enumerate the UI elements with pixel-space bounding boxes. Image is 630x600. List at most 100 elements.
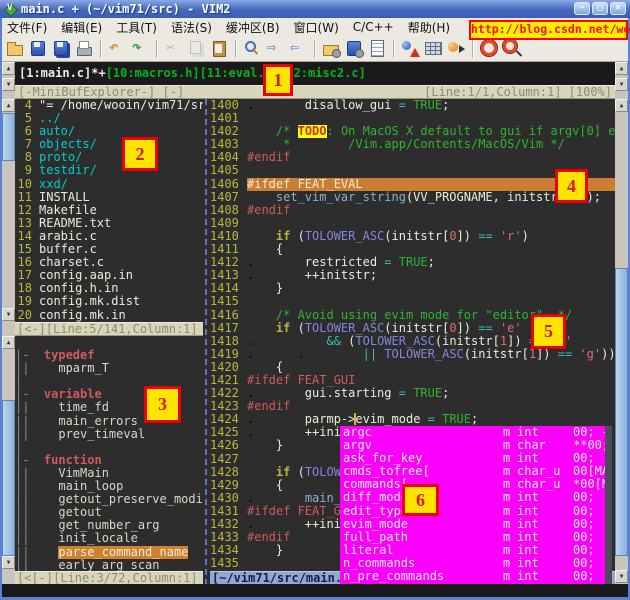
load-session-icon[interactable] xyxy=(321,38,342,59)
close-button[interactable]: × xyxy=(610,2,626,15)
menu-item-buffers[interactable]: 缓冲区(B) xyxy=(219,18,287,37)
menu-item-cpp[interactable]: C/C++ xyxy=(346,19,401,35)
menu-item-window[interactable]: 窗口(W) xyxy=(287,18,346,37)
undo-icon[interactable] xyxy=(107,38,128,59)
taglist-row[interactable]: |- typedef xyxy=(15,349,203,362)
scroll-up-icon[interactable]: ▲ xyxy=(615,62,628,75)
explorer-row[interactable]: 11INSTALL xyxy=(15,191,203,204)
completion-item[interactable]: full_pathmint00; /* fil xyxy=(340,531,612,544)
completion-item[interactable]: argvmchar**00; - src/ma xyxy=(340,439,612,452)
code-row[interactable]: 1400. disallow_gui = TRUE; xyxy=(210,99,615,112)
code-row[interactable]: 1422. gui.starting = TRUE; xyxy=(210,387,615,400)
explorer-row[interactable]: 20config.mk.in xyxy=(15,309,203,322)
menu-item-tools[interactable]: 工具(T) xyxy=(109,18,164,37)
find-help-icon[interactable] xyxy=(502,38,523,59)
scroll-down-icon[interactable]: ▼ xyxy=(2,78,15,91)
code-row[interactable]: 1421#ifdef FEAT_GUI xyxy=(210,374,615,387)
scroll-down-icon[interactable]: ▼ xyxy=(615,78,628,91)
code-row[interactable]: 1414 } xyxy=(210,282,615,295)
completion-item[interactable]: n_pre_commandsmint00; / xyxy=(340,570,612,583)
menu-item-syntax[interactable]: 语法(S) xyxy=(164,18,219,37)
explorer-row[interactable]: 12Makefile xyxy=(15,204,203,217)
scrollbar-thumb[interactable] xyxy=(2,400,15,556)
right-scrollbar[interactable]: ▲ ▼ ▲ ▼ xyxy=(615,62,628,584)
code-row[interactable]: 1415 xyxy=(210,295,615,308)
taglist-row[interactable]: || VimMain xyxy=(15,467,203,480)
code-row[interactable]: 1410 if (TOLOWER_ASC(initstr[0]) == 'r') xyxy=(210,230,615,243)
help-icon[interactable] xyxy=(479,38,500,59)
code-row[interactable]: 1423#endif xyxy=(210,400,615,413)
code-row[interactable]: 1403 * /Vim.app/Contents/MacOS/Vim */ xyxy=(210,138,615,151)
menu-item-file[interactable]: 文件(F) xyxy=(0,18,54,37)
taglist-row[interactable] xyxy=(15,336,203,349)
scroll-up-icon[interactable]: ▲ xyxy=(2,99,15,112)
taglist-row[interactable]: || getout_preserve_modifie xyxy=(15,493,203,506)
completion-item[interactable]: cmds_tofree[mchar_u00[MAX_ARG_C xyxy=(340,465,612,478)
explorer-row[interactable]: 5../ xyxy=(15,112,203,125)
explorer-row[interactable]: 9testdir/ xyxy=(15,164,203,177)
completion-item[interactable]: literalmint00; /* don xyxy=(340,544,612,557)
taglist-row[interactable]: || early_arg_scan xyxy=(15,559,203,571)
run-script-icon[interactable] xyxy=(367,38,388,59)
buffer-tab-row[interactable]: [1:main.c]*+[10:macros.h][11:eval.c][12:… xyxy=(19,67,615,80)
save-session-icon[interactable] xyxy=(344,38,365,59)
taglist-row[interactable]: || getout xyxy=(15,506,203,519)
find-replace-icon[interactable] xyxy=(242,38,263,59)
scroll-down-icon[interactable]: ▼ xyxy=(2,556,15,569)
scroll-down-icon[interactable]: ▼ xyxy=(615,570,628,583)
completion-item[interactable]: n_commandsmint00; / xyxy=(340,557,612,570)
explorer-row[interactable]: 14arabic.c xyxy=(15,230,203,243)
taglist-row[interactable]: || get_number_arg xyxy=(15,519,203,532)
taglist-row[interactable]: | xyxy=(15,441,203,454)
code-row[interactable]: 1419. . || TOLOWER_ASC(initstr[1]) == 'g… xyxy=(210,348,615,361)
code-row[interactable]: 1404#endif xyxy=(210,151,615,164)
tag-jump-icon[interactable] xyxy=(446,38,467,59)
completion-item[interactable]: argcmint00; - src/mai xyxy=(340,426,612,439)
save-all-icon[interactable] xyxy=(51,38,72,59)
code-row[interactable]: 1420 { xyxy=(210,361,615,374)
taglist-row[interactable]: || mparm_T xyxy=(15,362,203,375)
popup-scrollbar[interactable] xyxy=(605,426,612,584)
explorer-row[interactable]: 15buffer.c xyxy=(15,243,203,256)
code-row[interactable]: 1402 /* TODO: On MacOS X default to gui … xyxy=(210,125,615,138)
make-icon[interactable] xyxy=(400,38,421,59)
find-prev-icon[interactable] xyxy=(288,38,309,59)
window-separator[interactable] xyxy=(205,99,207,585)
taglist-row[interactable]: || parse_command_name xyxy=(15,546,203,559)
menu-item-help[interactable]: 帮助(H) xyxy=(401,18,457,37)
explorer-row[interactable]: 19config.mk.dist xyxy=(15,295,203,308)
explorer-row[interactable]: 16charset.c xyxy=(15,256,203,269)
code-row[interactable]: 1411 { xyxy=(210,243,615,256)
minimize-button[interactable]: − xyxy=(574,2,590,15)
code-row[interactable]: 1424. parmp->evim_mode = TRUE; xyxy=(210,413,615,426)
code-row[interactable]: 1401 xyxy=(210,112,615,125)
completion-item[interactable]: edit_typemint00; /* typ xyxy=(340,505,612,518)
taglist-row[interactable]: || main_loop xyxy=(15,480,203,493)
code-row[interactable]: 1412. restricted = TRUE; xyxy=(210,256,615,269)
paste-icon[interactable] xyxy=(209,38,230,59)
build-tags-icon[interactable] xyxy=(423,38,444,59)
completion-item[interactable]: ask_for_keymint00; /* -x xyxy=(340,452,612,465)
explorer-row[interactable]: 4"= /home/wooin/vim71/src/ xyxy=(15,99,203,112)
save-icon[interactable] xyxy=(28,38,49,59)
scrollbar-thumb[interactable] xyxy=(2,113,15,161)
explorer-row[interactable]: 10xxd/ xyxy=(15,178,203,191)
code-row[interactable]: 1413. ++initstr; xyxy=(210,269,615,282)
completion-item[interactable]: commands[mchar_u*00[MAX_ARG_ xyxy=(340,478,612,491)
completion-item[interactable]: diff_modemint00; /* sta xyxy=(340,491,612,504)
taglist-row[interactable]: || init_locale xyxy=(15,532,203,545)
taglist-row[interactable]: |- function xyxy=(15,454,203,467)
menu-item-edit[interactable]: 编辑(E) xyxy=(54,18,109,37)
scroll-down-icon[interactable]: ▼ xyxy=(2,308,15,321)
find-next-icon[interactable] xyxy=(265,38,286,59)
explorer-row[interactable]: 13README.txt xyxy=(15,217,203,230)
maximize-button[interactable]: □ xyxy=(592,2,608,15)
code-row[interactable]: 1408#endif xyxy=(210,204,615,217)
scroll-up-icon[interactable]: ▲ xyxy=(2,62,15,75)
scroll-up-icon[interactable]: ▲ xyxy=(615,99,628,112)
explorer-row[interactable]: 18config.h.in xyxy=(15,282,203,295)
explorer-row[interactable]: 6auto/ xyxy=(15,125,203,138)
code-row[interactable]: 1409 xyxy=(210,217,615,230)
redo-icon[interactable] xyxy=(130,38,151,59)
scroll-up-icon[interactable]: ▲ xyxy=(2,336,15,349)
